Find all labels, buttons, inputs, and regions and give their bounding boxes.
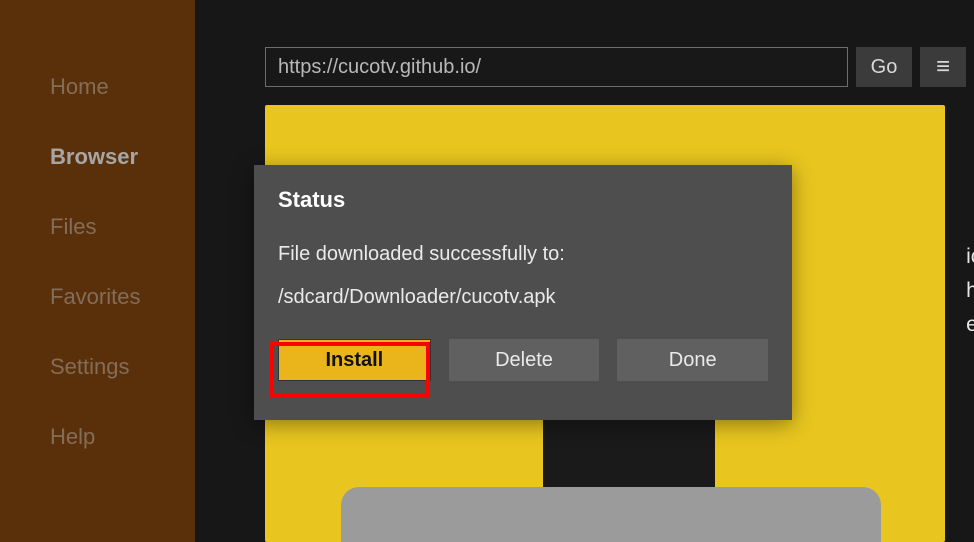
delete-button[interactable]: Delete xyxy=(449,339,600,381)
sidebar-item-settings[interactable]: Settings xyxy=(0,332,195,402)
sidebar-item-help[interactable]: Help xyxy=(0,402,195,472)
page-text-line: ices. xyxy=(966,240,974,274)
sidebar-item-favorites[interactable]: Favorites xyxy=(0,262,195,332)
hamburger-icon: ≡ xyxy=(936,53,950,81)
url-input[interactable] xyxy=(265,47,848,87)
dialog-title: Status xyxy=(278,187,768,213)
sidebar-item-home[interactable]: Home xyxy=(0,52,195,122)
sidebar-item-files[interactable]: Files xyxy=(0,192,195,262)
sidebar: Home Browser Files Favorites Settings He… xyxy=(0,0,195,542)
page-text-line: etc ... xyxy=(966,308,974,342)
go-button[interactable]: Go xyxy=(856,47,912,87)
url-bar: Go ≡ xyxy=(265,47,966,87)
dialog-message: File downloaded successfully to: xyxy=(278,243,768,266)
sidebar-item-browser[interactable]: Browser xyxy=(0,122,195,192)
page-banner xyxy=(341,487,881,542)
install-button[interactable]: Install xyxy=(278,339,431,381)
status-dialog: Status File downloaded successfully to: … xyxy=(254,165,792,420)
page-text-fragment: ices. hromecast, etc ... xyxy=(966,240,974,342)
menu-button[interactable]: ≡ xyxy=(920,47,966,87)
dialog-file-path: /sdcard/Downloader/cucotv.apk xyxy=(278,286,768,309)
page-text-line: hromecast, xyxy=(966,274,974,308)
dialog-button-row: Install Delete Done xyxy=(278,339,768,381)
done-button[interactable]: Done xyxy=(617,339,768,381)
